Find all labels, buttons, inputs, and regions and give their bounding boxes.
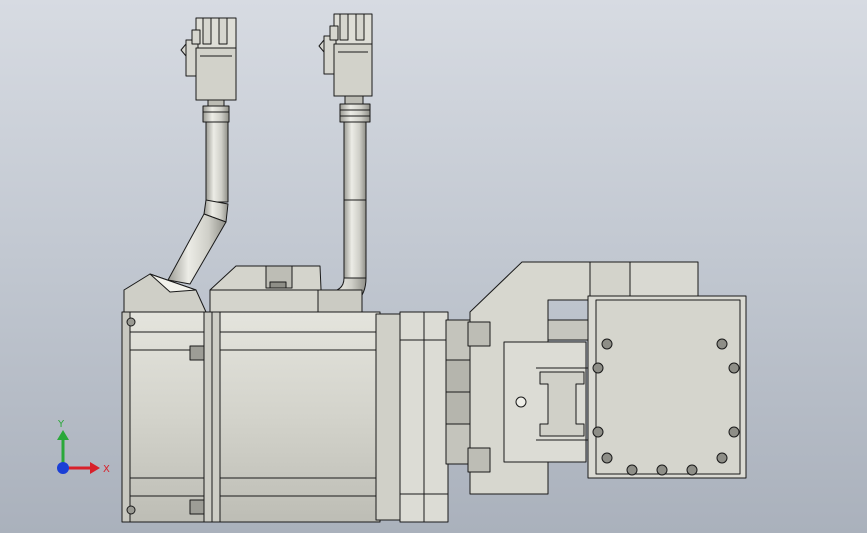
z-axis-dot xyxy=(57,462,69,474)
x-axis-label: X xyxy=(103,464,110,475)
motor-assembly-model[interactable]: Y X xyxy=(0,0,867,533)
connector-right[interactable] xyxy=(318,13,373,105)
coupling xyxy=(445,319,471,465)
cad-viewport[interactable]: Y X xyxy=(0,0,867,533)
y-axis-label: Y xyxy=(57,419,65,430)
x-axis-arrow-head xyxy=(90,462,100,474)
cable-gland-left xyxy=(123,273,207,313)
connector-left[interactable] xyxy=(180,17,237,109)
motor-body[interactable] xyxy=(121,311,399,523)
cable-left xyxy=(167,105,230,285)
motor-flange[interactable] xyxy=(375,311,449,523)
cable-right xyxy=(317,103,371,311)
coordinate-triad: Y X xyxy=(57,419,110,475)
rail-profile xyxy=(503,341,588,463)
y-axis-arrow-head xyxy=(57,430,69,440)
carriage-plate[interactable] xyxy=(587,295,747,479)
